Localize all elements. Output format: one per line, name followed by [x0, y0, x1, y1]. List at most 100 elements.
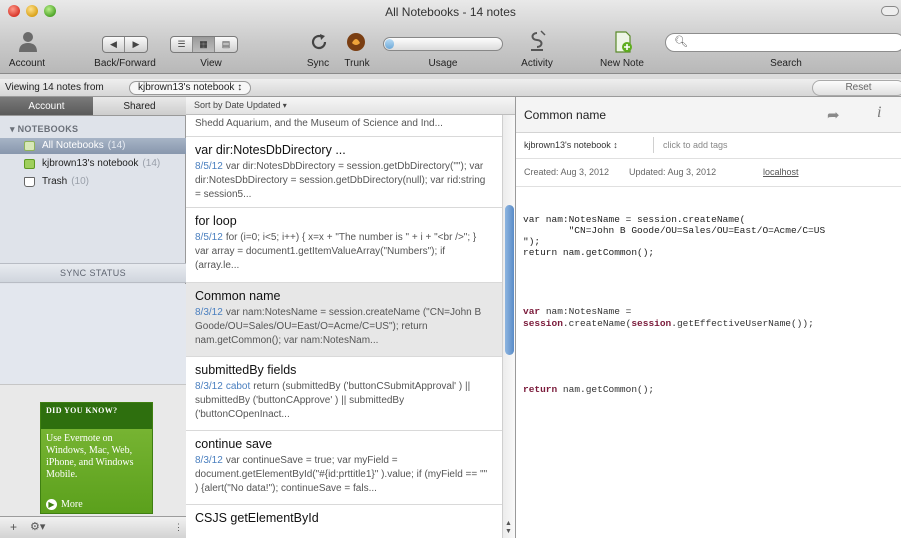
view-label: View — [200, 58, 222, 69]
thumbnail-view-button[interactable]: ▤ — [215, 37, 237, 52]
search-field[interactable]: 🔍︎ — [665, 33, 901, 52]
ad-more-link[interactable]: ▶ More — [46, 499, 83, 510]
note-title-field[interactable]: Common name — [524, 108, 606, 122]
account-icon — [19, 32, 37, 52]
window-title: All Notebooks - 14 notes — [385, 5, 516, 19]
sidebar: Account Shared NOTEBOOKS All Notebooks(1… — [0, 97, 186, 538]
sidebar-item-count: (10) — [71, 176, 89, 187]
code-line[interactable]: session.createName(session.getEffectiveU… — [523, 318, 814, 329]
note-list-item[interactable]: Shedd Aquarium, and the Museum of Scienc… — [186, 115, 502, 137]
tab-account[interactable]: Account — [0, 97, 93, 116]
account-button[interactable] — [17, 30, 39, 57]
list-view-button[interactable]: ☰ — [171, 37, 193, 52]
note-snippet: Shedd Aquarium, and the Museum of Scienc… — [195, 118, 443, 129]
note-list-item-selected[interactable]: Common name 8/3/12 var nam:NotesName = se… — [186, 283, 502, 357]
updated-date: Updated: Aug 3, 2012 — [629, 167, 717, 177]
ad-heading: DID YOU KNOW? — [41, 403, 152, 429]
view-control[interactable]: ☰ ▦ ▤ — [170, 36, 238, 53]
activity-button[interactable] — [527, 30, 547, 57]
sidebar-bottom-bar: + ⚙▾ ⋮ — [0, 516, 186, 538]
note-list-scrollbar[interactable]: ▲ ▼ — [502, 115, 515, 538]
notebook-filter-popup[interactable]: kjbrown13's notebook ↕ — [129, 81, 252, 95]
note-editor: Common name ➦ i kjbrown13's notebook ↕ c… — [516, 97, 901, 538]
account-label: Account — [8, 58, 46, 69]
notebook-name: kjbrown13's notebook — [524, 140, 611, 150]
resize-handle-icon[interactable]: ⋮ — [174, 522, 183, 533]
note-list-item[interactable]: CSJS getElementById — [186, 505, 502, 538]
reset-button[interactable]: Reset — [812, 80, 901, 96]
source-url-link[interactable]: localhost — [763, 167, 799, 177]
sidebar-promo-area: DID YOU KNOW? Use Evernote on Windows, M… — [0, 384, 186, 516]
trunk-button[interactable] — [345, 31, 367, 56]
backforward-label: Back/Forward — [94, 58, 156, 69]
sync-icon — [311, 34, 327, 50]
usage-label: Usage — [428, 58, 458, 69]
note-snippet: 8/3/12 var continueSave = true; var myFie… — [195, 455, 488, 494]
forward-button[interactable]: ▶ — [125, 37, 147, 52]
tab-shared[interactable]: Shared — [93, 97, 186, 116]
sort-menu[interactable]: Sort by Date Updated — [186, 97, 515, 115]
add-icon[interactable]: + — [10, 520, 17, 534]
sidebar-item-trash[interactable]: Trash (10) — [0, 174, 186, 190]
activity-icon — [531, 30, 546, 51]
usage-meter — [383, 37, 503, 51]
viewing-bar: Viewing 14 notes from kjbrown13's notebo… — [0, 79, 901, 97]
info-icon[interactable]: i — [877, 104, 881, 122]
back-button[interactable]: ◀ — [103, 37, 125, 52]
note-title: var dir:NotesDbDirectory ... — [195, 143, 346, 157]
note-title: Common name — [195, 289, 281, 303]
note-snippet: 8/3/12 cabot return (submittedBy ('buttonC… — [195, 381, 471, 420]
note-snippet: 8/5/12 var dir:NotesDbDirectory = session… — [195, 161, 486, 200]
share-icon[interactable]: ➦ — [827, 106, 840, 124]
note-list: Sort by Date Updated Shedd Aquarium, and… — [186, 97, 516, 538]
note-notebook-selector[interactable]: kjbrown13's notebook ↕ — [524, 140, 618, 150]
ad-more-label: More — [61, 499, 83, 510]
scroll-arrows-icon[interactable]: ▲ ▼ — [505, 520, 512, 536]
new-note-button[interactable] — [613, 30, 633, 57]
note-title: CSJS getElementById — [195, 511, 319, 525]
sidebar-item-kjbrown-notebook[interactable]: kjbrown13's notebook (14) — [0, 156, 186, 172]
gear-icon[interactable]: ⚙▾ — [30, 520, 45, 533]
did-you-know-ad[interactable]: DID YOU KNOW? Use Evernote on Windows, M… — [40, 402, 153, 514]
activity-label: Activity — [521, 58, 553, 69]
code-block[interactable]: var nam:NotesName = session.createName( … — [523, 214, 825, 258]
window-toolbar: All Notebooks - 14 notes Account ◀ ▶ Bac… — [0, 0, 901, 74]
note-list-item[interactable]: submittedBy fields 8/3/12 cabot return (su… — [186, 357, 502, 431]
search-input[interactable] — [688, 36, 898, 50]
sidebar-item-all-notebooks[interactable]: All Notebooks (14) — [0, 138, 186, 154]
note-notebook-row: kjbrown13's notebook ↕ click to add tags — [516, 133, 901, 159]
note-title: continue save — [195, 437, 273, 451]
note-dates-row: Created: Aug 3, 2012 Updated: Aug 3, 201… — [516, 159, 901, 187]
note-snippet: 8/3/12 var nam:NotesName = session.create… — [195, 307, 482, 346]
note-list-item[interactable]: for loop 8/5/12 for (i=0; i<5; i++) { x=x… — [186, 208, 502, 283]
new-note-icon — [615, 31, 632, 53]
notebook-filter-label: kjbrown13's notebook — [138, 82, 235, 93]
back-forward-control[interactable]: ◀ ▶ — [102, 36, 148, 53]
notebook-icon — [24, 159, 35, 169]
note-header: Common name ➦ i — [516, 97, 901, 133]
new-note-label: New Note — [600, 58, 644, 69]
tags-field[interactable]: click to add tags — [663, 140, 728, 150]
search-icon: 🔍︎ — [674, 36, 688, 48]
scrollbar-thumb[interactable] — [505, 205, 514, 355]
sidebar-item-count: (14) — [142, 158, 161, 169]
notebooks-stack-icon — [24, 141, 35, 151]
note-title: for loop — [195, 214, 237, 228]
code-line[interactable]: return nam.getCommon(); — [523, 384, 654, 395]
sync-button[interactable] — [309, 32, 329, 55]
note-list-item[interactable]: var dir:NotesDbDirectory ... 8/5/12 var d… — [186, 137, 502, 208]
viewing-text: Viewing 14 notes from — [5, 82, 104, 93]
notebooks-header[interactable]: NOTEBOOKS — [10, 124, 78, 135]
divider — [653, 137, 654, 153]
note-list-item[interactable]: continue save 8/3/12 var continueSave = t… — [186, 431, 502, 505]
trunk-label: Trunk — [344, 58, 370, 69]
ad-body: Use Evernote on Windows, Mac, Web, iPhon… — [46, 433, 134, 480]
sync-status-panel — [0, 284, 186, 384]
search-label: Search — [770, 58, 802, 69]
code-line[interactable]: var nam:NotesName = — [523, 306, 631, 317]
snippet-view-button[interactable]: ▦ — [193, 37, 215, 52]
arrow-right-icon: ▶ — [46, 499, 57, 510]
toolbar-toggle-button[interactable] — [881, 6, 899, 16]
trash-icon — [24, 177, 35, 187]
sidebar-item-count: (14) — [107, 140, 126, 151]
